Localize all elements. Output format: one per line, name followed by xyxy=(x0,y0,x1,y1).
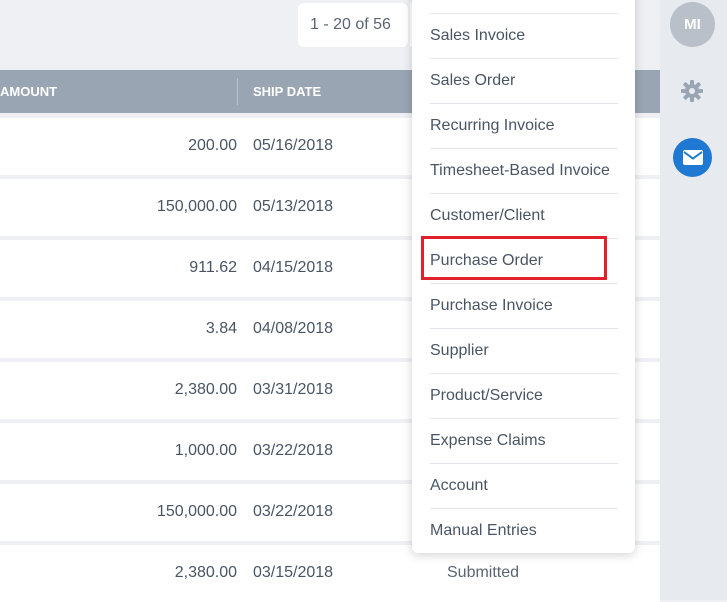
menu-item-product-service[interactable]: Product/Service xyxy=(430,373,618,417)
menu-item-sales-order[interactable]: Sales Order xyxy=(430,58,618,102)
avatar[interactable]: MI xyxy=(670,2,715,47)
amount-cell: 3.84 xyxy=(205,320,237,337)
avatar-initials: MI xyxy=(684,16,701,33)
ship-date-cell: 03/31/2018 xyxy=(253,381,334,398)
menu-item-sales-invoice[interactable]: Sales Invoice xyxy=(430,13,618,57)
table-row[interactable]: 2,380.00 03/15/2018 Submitted xyxy=(0,545,660,602)
menu-item-customer-client[interactable]: Customer/Client xyxy=(430,193,618,237)
pagination-range: 1 - 20 of 56 xyxy=(298,3,408,47)
menu-item-manual-entries[interactable]: Manual Entries xyxy=(430,508,618,552)
ship-date-cell: 03/15/2018 xyxy=(253,564,334,581)
ship-date-cell: 04/08/2018 xyxy=(253,320,334,337)
menu-item-expense-claims[interactable]: Expense Claims xyxy=(430,418,618,462)
ship-date-cell: 04/15/2018 xyxy=(253,259,334,276)
envelope-icon xyxy=(682,150,703,165)
ship-date-cell: 05/13/2018 xyxy=(253,198,334,215)
menu-item-recurring-invoice[interactable]: Recurring Invoice xyxy=(430,103,618,147)
amount-cell: 150,000.00 xyxy=(156,503,237,520)
column-header-ship-date[interactable]: SHIP DATE xyxy=(253,84,321,99)
column-divider xyxy=(237,78,238,105)
mail-button[interactable] xyxy=(673,138,712,177)
amount-cell: 2,380.00 xyxy=(174,564,237,581)
ship-date-cell: 03/22/2018 xyxy=(253,442,334,459)
ship-date-cell: 03/22/2018 xyxy=(253,503,334,520)
amount-cell: 1,000.00 xyxy=(174,442,237,459)
pagination-range-label: 1 - 20 of 56 xyxy=(310,16,391,33)
menu-item-account[interactable]: Account xyxy=(430,463,618,507)
column-header-amount[interactable]: AMOUNT xyxy=(0,84,57,99)
menu-item-supplier[interactable]: Supplier xyxy=(430,328,618,372)
status-cell: Submitted xyxy=(447,564,520,581)
amount-cell: 911.62 xyxy=(189,259,237,276)
gear-icon[interactable] xyxy=(680,79,704,103)
menu-item-purchase-invoice[interactable]: Purchase Invoice xyxy=(430,283,618,327)
menu-item-purchase-order[interactable]: Purchase Order xyxy=(421,236,618,282)
amount-cell: 150,000.00 xyxy=(156,198,237,215)
amount-cell: 200.00 xyxy=(188,137,237,154)
amount-cell: 2,380.00 xyxy=(174,381,237,398)
menu-item-timesheet-based-invoice[interactable]: Timesheet-Based Invoice xyxy=(430,148,618,192)
create-new-dropdown-menu: Sales Invoice Sales Order Recurring Invo… xyxy=(412,0,635,553)
ship-date-cell: 05/16/2018 xyxy=(253,137,334,154)
